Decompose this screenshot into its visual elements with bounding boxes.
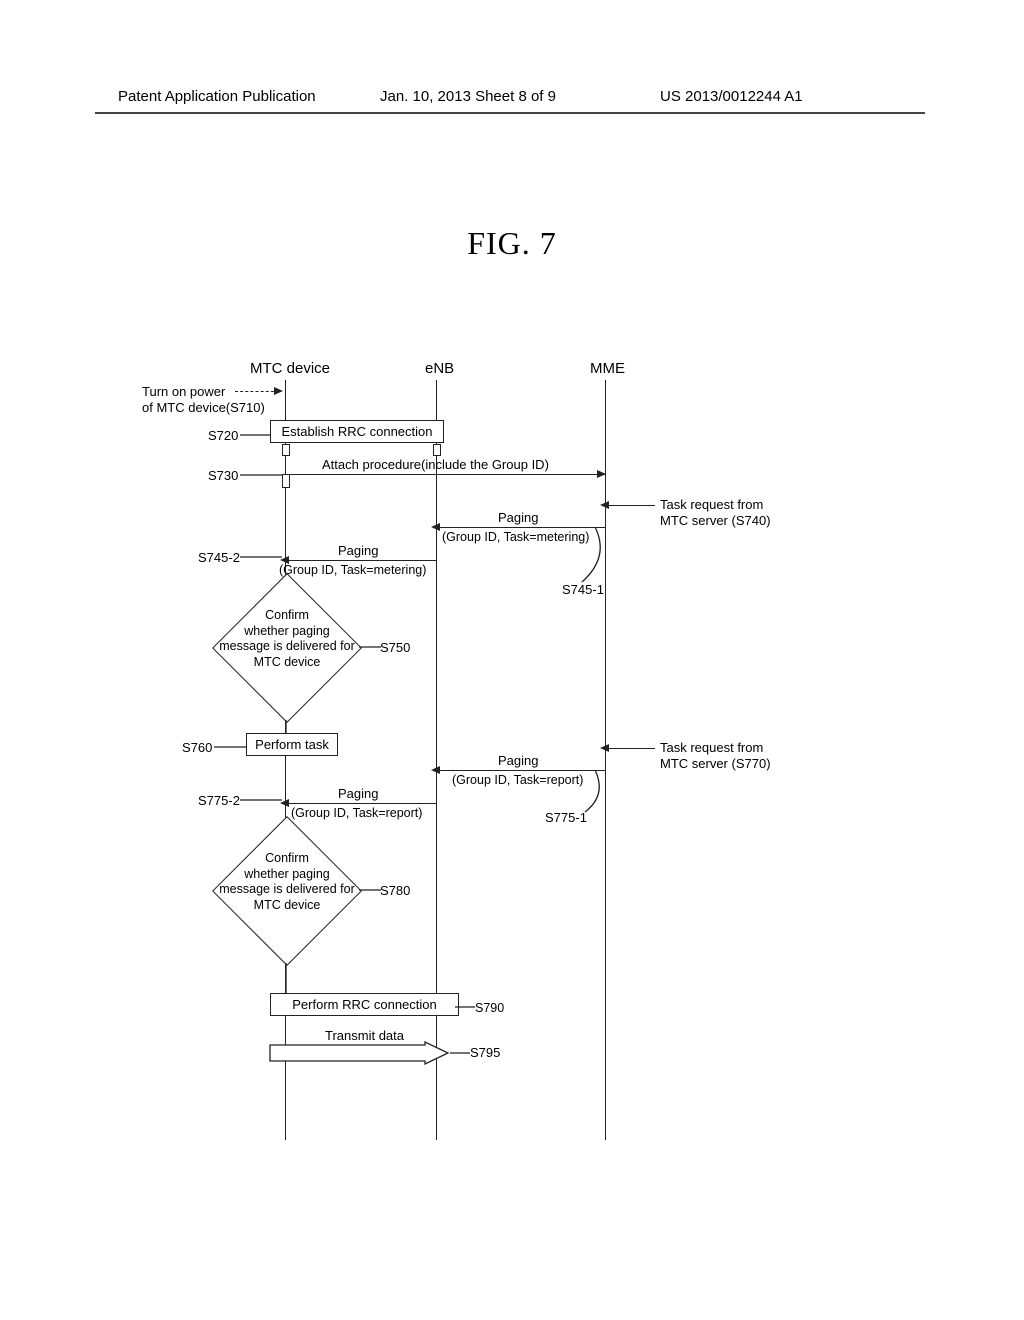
s770-arrow xyxy=(605,748,655,749)
participant-enb: eNB xyxy=(425,360,454,377)
activation-bar xyxy=(433,444,441,456)
transmit-arrow-icon xyxy=(270,1042,450,1064)
lifeline-mme xyxy=(605,380,606,1140)
leader-curve xyxy=(580,527,630,587)
leader-line xyxy=(455,1006,475,1008)
header-left: Patent Application Publication xyxy=(118,88,316,105)
header-right: US 2013/0012244 A1 xyxy=(660,88,803,105)
s775-2-label: S775-2 xyxy=(198,793,240,809)
s730-arrow xyxy=(285,474,605,475)
lifeline-enb xyxy=(436,380,437,1140)
s775-1-arrow xyxy=(436,770,605,771)
box-s790: Perform RRC connection xyxy=(270,993,459,1016)
box-s760: Perform task xyxy=(246,733,338,756)
s710-arrow xyxy=(235,391,279,392)
paging-text-3: Paging xyxy=(498,753,538,769)
activation-bar xyxy=(282,444,290,456)
figure-title: FIG. 7 xyxy=(0,225,1024,262)
activation-bar xyxy=(282,474,290,488)
decision-s750-text: Confirmwhether pagingmessage is delivere… xyxy=(212,608,362,671)
participant-mme: MME xyxy=(590,360,625,377)
connector xyxy=(285,963,287,993)
decision-s780-text: Confirmwhether pagingmessage is delivere… xyxy=(212,851,362,914)
leader-line xyxy=(240,799,282,801)
paging-text-2: Paging xyxy=(338,543,378,559)
s745-1-param: (Group ID, Task=metering) xyxy=(442,530,589,546)
s745-1-label: S745-1 xyxy=(562,582,604,598)
s745-2-arrow xyxy=(285,560,436,561)
s775-1-param: (Group ID, Task=report) xyxy=(452,773,583,789)
leader-line xyxy=(359,889,381,891)
s775-1-label: S775-1 xyxy=(545,810,587,826)
arrowhead-icon xyxy=(600,744,609,752)
s790-label: S790 xyxy=(475,1000,504,1017)
s710-text-a: Turn on power xyxy=(142,384,225,400)
s745-2-param: (Group ID, Task=metering) xyxy=(279,563,426,579)
s795-label: S795 xyxy=(470,1045,500,1061)
header-rule xyxy=(95,112,925,114)
s730-label: S730 xyxy=(208,468,238,484)
s730-text: Attach procedure(include the Group ID) xyxy=(322,457,549,473)
arrowhead-icon xyxy=(431,523,440,531)
arrowhead-icon xyxy=(600,501,609,509)
s775-2-arrow xyxy=(285,803,436,804)
box-s720: Establish RRC connection xyxy=(270,420,444,443)
s740-arrow xyxy=(605,505,655,506)
s710-text-b: of MTC device(S710) xyxy=(142,400,265,416)
s770-text-b: MTC server (S770) xyxy=(660,756,771,772)
arrowhead-icon xyxy=(274,387,283,395)
s750-label: S750 xyxy=(380,640,410,656)
s770-text-a: Task request from xyxy=(660,740,763,756)
s780-label: S780 xyxy=(380,883,410,899)
leader-line xyxy=(214,746,246,748)
leader-line xyxy=(359,646,381,648)
leader-line xyxy=(240,474,282,476)
s740-text-a: Task request from xyxy=(660,497,763,513)
s720-label: S720 xyxy=(208,428,238,444)
header-mid: Jan. 10, 2013 Sheet 8 of 9 xyxy=(380,88,556,105)
leader-curve xyxy=(585,770,615,815)
sequence-diagram: MTC device eNB MME Turn on power of MTC … xyxy=(100,350,924,1250)
s745-2-label: S745-2 xyxy=(198,550,240,566)
arrowhead-icon xyxy=(597,470,606,478)
leader-line xyxy=(450,1052,470,1054)
arrowhead-icon xyxy=(431,766,440,774)
paging-text-4: Paging xyxy=(338,786,378,802)
s740-text-b: MTC server (S740) xyxy=(660,513,771,529)
leader-line xyxy=(240,434,270,436)
leader-line xyxy=(240,556,282,558)
lifeline-mtc xyxy=(285,380,286,1140)
s760-label: S760 xyxy=(182,740,212,756)
participant-mtc: MTC device xyxy=(250,360,330,377)
s775-2-param: (Group ID, Task=report) xyxy=(291,806,422,822)
paging-text: Paging xyxy=(498,510,538,526)
